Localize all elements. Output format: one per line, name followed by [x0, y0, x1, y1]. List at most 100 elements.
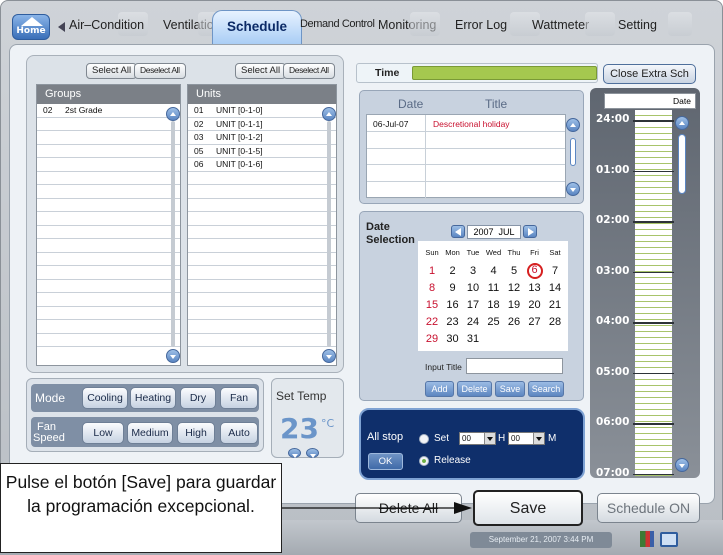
units-row[interactable]	[188, 185, 336, 199]
groups-row[interactable]	[37, 172, 180, 185]
groups-row[interactable]	[37, 253, 180, 266]
units-row[interactable]	[188, 226, 336, 239]
scroll-down-icon[interactable]	[166, 349, 180, 363]
tab-scroll-left-icon[interactable]	[58, 22, 65, 32]
date-list-row[interactable]	[367, 182, 565, 199]
units-deselect-all-button[interactable]: Deselect All	[283, 63, 335, 79]
calendar-day[interactable]: 24	[465, 316, 481, 328]
input-title-field[interactable]	[466, 358, 563, 374]
home-button[interactable]: Home	[12, 14, 50, 40]
date-list-row[interactable]	[367, 165, 565, 183]
calendar-day[interactable]: 16	[445, 299, 461, 311]
speed-medium-button[interactable]: Medium	[127, 422, 173, 444]
calendar-day[interactable]: 8	[424, 282, 440, 294]
calendar-day[interactable]: 2	[445, 265, 461, 277]
scroll-thumb[interactable]	[570, 138, 576, 166]
calendar-day[interactable]: 30	[445, 333, 461, 345]
release-radio[interactable]	[419, 456, 429, 466]
tab-setting[interactable]: Setting	[618, 18, 657, 32]
date-list-row[interactable]: 06-Jul-07 Descretional holiday	[367, 115, 565, 132]
mode-dry-button[interactable]: Dry	[180, 387, 216, 409]
calendar-day[interactable]: 27	[527, 316, 543, 328]
scroll-down-icon[interactable]	[675, 458, 689, 472]
speed-high-button[interactable]: High	[177, 422, 215, 444]
units-row[interactable]	[188, 212, 336, 226]
calendar-day-selected[interactable]: 6	[526, 263, 543, 279]
calendar-day[interactable]: 25	[486, 316, 502, 328]
calendar-day[interactable]: 1	[424, 265, 440, 277]
search-button[interactable]: Search	[528, 381, 564, 397]
calendar-day[interactable]: 18	[486, 299, 502, 311]
close-extra-sch-button[interactable]: Close Extra Sch	[603, 64, 696, 84]
tab-error-log[interactable]: Error Log	[455, 18, 507, 32]
units-row[interactable]	[188, 239, 336, 253]
time-input[interactable]	[412, 66, 597, 80]
groups-row[interactable]	[37, 212, 180, 226]
units-row[interactable]	[188, 172, 336, 185]
calendar-day[interactable]: 28	[547, 316, 563, 328]
calendar-save-button[interactable]: Save	[495, 381, 525, 397]
speed-auto-button[interactable]: Auto	[220, 422, 258, 444]
units-row[interactable]	[188, 307, 336, 320]
schedule-on-button[interactable]: Schedule ON	[597, 493, 700, 523]
groups-row[interactable]	[37, 280, 180, 293]
temp-down-icon[interactable]	[288, 448, 301, 458]
scroll-down-icon[interactable]	[322, 349, 336, 363]
calendar-day[interactable]: 14	[547, 282, 563, 294]
tab-air-condition[interactable]: Air–Condition	[69, 18, 144, 32]
tab-wattmeter[interactable]: Wattmeter	[532, 18, 589, 32]
groups-row[interactable]	[37, 185, 180, 199]
calendar-day[interactable]: 26	[506, 316, 522, 328]
calendar-day[interactable]: 4	[486, 265, 502, 277]
calendar-day[interactable]: 9	[445, 282, 461, 294]
groups-row[interactable]	[37, 293, 180, 307]
calendar-day[interactable]: 31	[465, 333, 481, 345]
mode-fan-button[interactable]: Fan	[220, 387, 258, 409]
next-month-button[interactable]	[523, 225, 537, 238]
calendar-day[interactable]: 29	[424, 333, 440, 345]
speed-low-button[interactable]: Low	[82, 422, 124, 444]
calendar-day[interactable]: 15	[424, 299, 440, 311]
scroll-up-icon[interactable]	[322, 107, 336, 121]
scroll-up-icon[interactable]	[566, 118, 580, 132]
timeline-grid[interactable]	[635, 110, 672, 476]
groups-row[interactable]	[37, 199, 180, 212]
groups-row[interactable]	[37, 334, 180, 347]
scroll-track[interactable]	[327, 121, 331, 347]
scroll-down-icon[interactable]	[566, 182, 580, 196]
scroll-up-icon[interactable]	[166, 107, 180, 121]
units-row[interactable]: 01 UNIT [0-1-0]	[188, 104, 336, 118]
calendar-day[interactable]: 19	[506, 299, 522, 311]
window-switch-icon[interactable]	[660, 532, 678, 547]
delete-all-button[interactable]: Delete All	[355, 493, 462, 523]
units-select-all-button[interactable]: Select All	[235, 63, 287, 79]
calendar-day[interactable]: 12	[506, 282, 522, 294]
units-scrollbar[interactable]	[322, 105, 336, 363]
calendar-day[interactable]: 5	[506, 265, 522, 277]
groups-row[interactable]	[37, 158, 180, 172]
scroll-up-icon[interactable]	[675, 116, 689, 130]
all-stop-ok-button[interactable]: OK	[368, 453, 403, 470]
minute-select[interactable]: 00	[508, 432, 545, 445]
calendar-day[interactable]: 10	[465, 282, 481, 294]
date-list-row[interactable]	[367, 131, 565, 149]
groups-select-all-button[interactable]: Select All	[86, 63, 138, 79]
scroll-track[interactable]	[171, 121, 175, 347]
groups-row[interactable]: 02 2st Grade	[37, 104, 180, 118]
units-row[interactable]: 03 UNIT [0-1-2]	[188, 131, 336, 145]
calendar-day[interactable]: 11	[486, 282, 502, 294]
units-row[interactable]	[188, 280, 336, 293]
calendar-day[interactable]: 7	[547, 265, 563, 277]
save-button[interactable]: Save	[473, 490, 583, 526]
units-row[interactable]	[188, 266, 336, 280]
date-list-scrollbar[interactable]	[566, 116, 580, 198]
groups-scrollbar[interactable]	[166, 105, 180, 363]
mode-heating-button[interactable]: Heating	[130, 387, 176, 409]
units-row[interactable]	[188, 334, 336, 347]
units-row[interactable]	[188, 320, 336, 334]
calendar-day[interactable]: 17	[465, 299, 481, 311]
mode-cooling-button[interactable]: Cooling	[82, 387, 128, 409]
calendar-day[interactable]: 3	[465, 265, 481, 277]
units-row[interactable]: 06 UNIT [0-1-6]	[188, 158, 336, 172]
groups-row[interactable]	[37, 239, 180, 253]
